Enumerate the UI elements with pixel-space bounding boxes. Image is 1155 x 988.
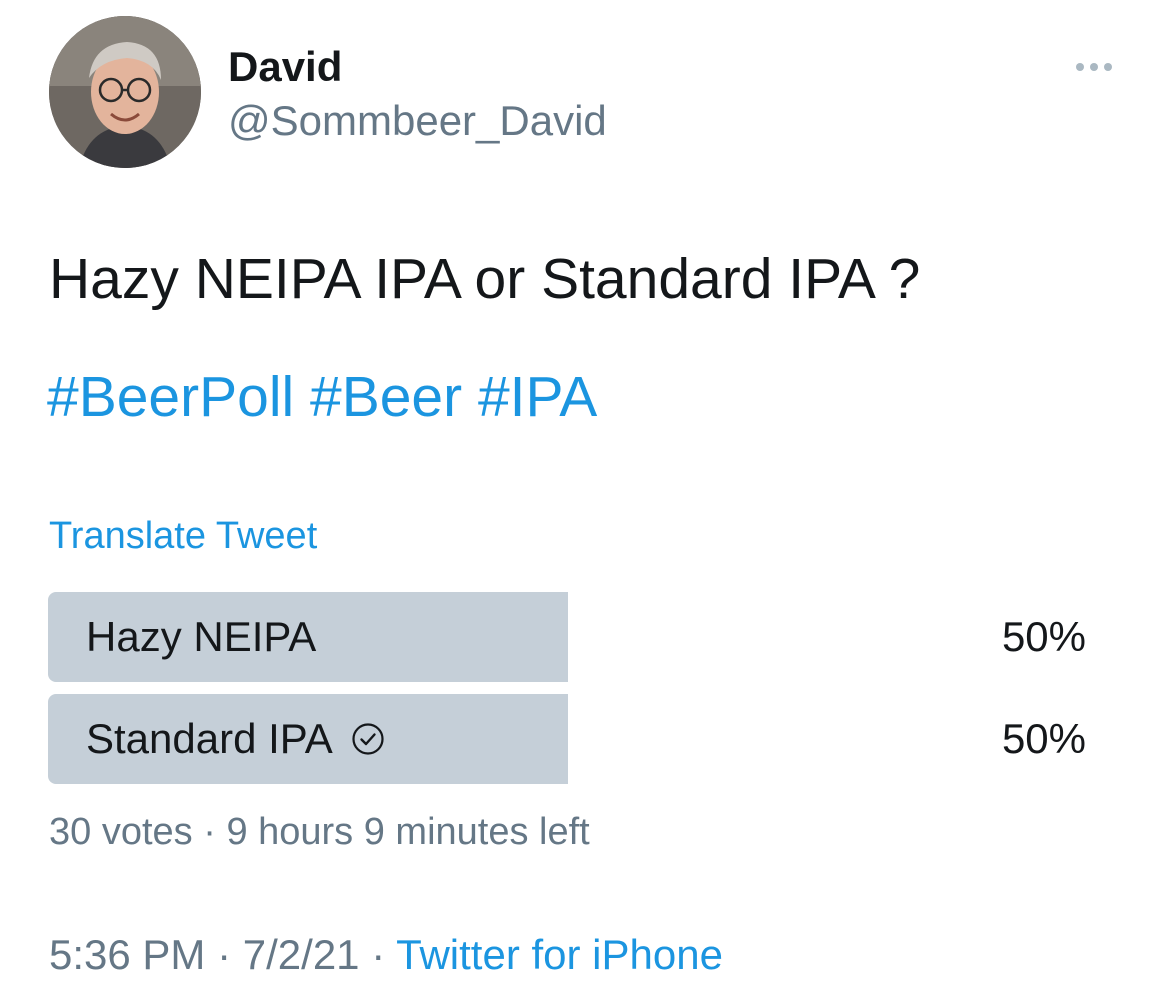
check-circle-icon bbox=[352, 723, 384, 755]
more-dot bbox=[1090, 63, 1098, 71]
poll-option-standard-ipa: Standard IPA 50% bbox=[48, 694, 1088, 784]
author-display-name[interactable]: David bbox=[228, 42, 342, 92]
translate-tweet-link[interactable]: Translate Tweet bbox=[49, 513, 317, 559]
poll-time-left: 9 hours 9 minutes left bbox=[226, 811, 590, 853]
poll-option-percent: 50% bbox=[1001, 715, 1086, 762]
avatar[interactable] bbox=[49, 16, 201, 168]
poll-option-percent: 50% bbox=[1001, 613, 1086, 660]
more-dot bbox=[1104, 63, 1112, 71]
poll-meta: 30 votes · 9 hours 9 minutes left bbox=[49, 809, 590, 855]
hashtag-beerpoll[interactable]: #BeerPoll bbox=[47, 365, 294, 429]
tweet-date[interactable]: 7/2/21 bbox=[243, 931, 360, 978]
more-horizontal-icon[interactable] bbox=[1066, 52, 1122, 82]
separator-dot: · bbox=[371, 931, 386, 978]
poll-vote-count: 30 votes bbox=[49, 811, 193, 853]
more-dot bbox=[1076, 63, 1084, 71]
poll-option-label: Standard IPA bbox=[86, 715, 333, 762]
tweet-hashtags: #BeerPoll #Beer #IPA bbox=[47, 362, 597, 432]
tweet-source-link[interactable]: Twitter for iPhone bbox=[396, 931, 723, 978]
author-handle[interactable]: @Sommbeer_David bbox=[228, 96, 607, 146]
separator-dot: · bbox=[217, 931, 232, 978]
poll-option-label: Hazy NEIPA bbox=[86, 613, 317, 660]
avatar-image bbox=[49, 16, 201, 168]
hashtag-beer[interactable]: #Beer bbox=[310, 365, 462, 429]
tweet-footer: 5:36 PM · 7/2/21 · Twitter for iPhone bbox=[49, 929, 723, 981]
hashtag-ipa[interactable]: #IPA bbox=[478, 365, 597, 429]
separator-dot: · bbox=[203, 811, 216, 853]
tweet-time[interactable]: 5:36 PM bbox=[49, 931, 205, 978]
tweet-text: Hazy NEIPA IPA or Standard IPA ? bbox=[49, 247, 921, 311]
poll-option-hazy-neipa: Hazy NEIPA 50% bbox=[48, 592, 1088, 682]
